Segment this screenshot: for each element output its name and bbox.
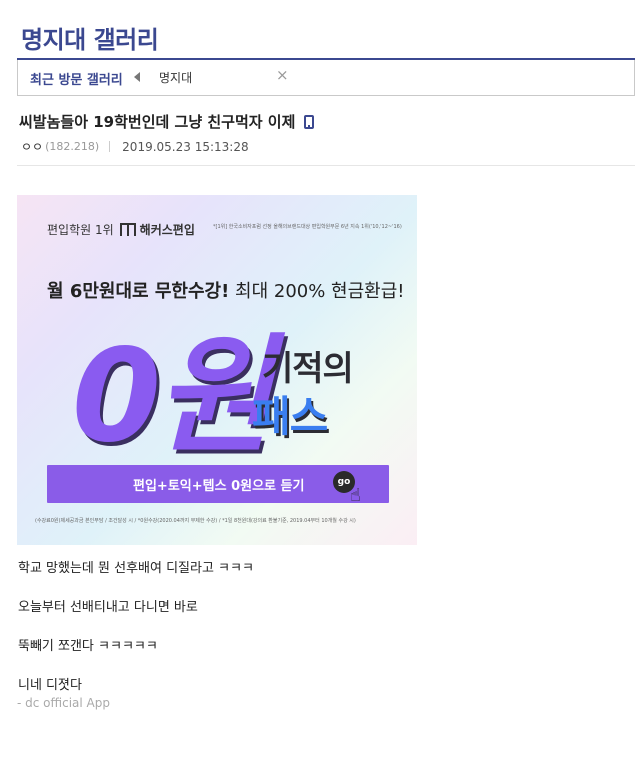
ad-cta-label: 편입+토익+텝스 0원으로 듣기 — [133, 479, 305, 494]
body-line-3: 뚝빼기 쪼갠다 ㅋㅋㅋㅋㅋ — [18, 639, 158, 654]
author-nickname[interactable]: ㅇㅇ — [21, 138, 43, 155]
hackers-logo-icon — [119, 223, 136, 236]
ad-big-zero: 0원 — [72, 322, 273, 471]
post-date: 2019.05.23 15:13:28 — [122, 139, 249, 154]
meta-separator — [109, 141, 111, 152]
caret-left-icon[interactable] — [134, 72, 140, 82]
body-line-4: 니네 디졋다 — [18, 678, 82, 693]
meta-divider — [17, 165, 635, 166]
author-ip: (182.218) — [45, 140, 100, 153]
close-icon[interactable]: × — [276, 66, 289, 84]
pointer-hand-icon: ☝ — [350, 485, 361, 506]
ad-small-note: *[1위] 한국소비자포럼 선정 올해의브랜드대상 편입학원부문 6년 지속 1… — [213, 224, 402, 230]
gallery-title[interactable]: 명지대 갤러리 — [21, 20, 159, 55]
ad-banner[interactable]: 편입학원 1위 해커스편입 *[1위] 한국소비자포럼 선정 올해의브랜드대상 … — [17, 195, 417, 545]
post-meta: ㅇㅇ (182.218) 2019.05.23 15:13:28 — [21, 138, 249, 155]
ad-footnote: (수강료0원)제세공과금 본인부담 / 조건달성 시 / *0원수강(2020.… — [35, 518, 356, 524]
app-signature: - dc official App — [17, 696, 110, 710]
ad-top-line: 편입학원 1위 해커스편입 — [47, 221, 195, 238]
ad-headline-rest: 최대 200% 현금환급! — [229, 281, 405, 302]
ad-headline: 월 6만원대로 무한수강! 최대 200% 현금환급! — [47, 277, 405, 303]
post-title: 씨발놈들아 19학번인데 그냥 친구먹자 이제 — [19, 111, 315, 132]
body-line-1: 학교 망했는데 뭔 선후배여 디질라고 ㅋㅋㅋ — [18, 561, 254, 576]
mobile-icon — [304, 114, 315, 129]
recent-gallery-link[interactable]: 명지대 — [159, 69, 192, 86]
post-title-text: 씨발놈들아 19학번인데 그냥 친구먹자 이제 — [19, 113, 296, 131]
recent-galleries-label: 최근 방문 갤러리 — [30, 73, 123, 88]
ad-brand: 해커스편입 — [139, 223, 195, 237]
body-line-2: 오늘부터 선배티내고 다니면 바로 — [18, 600, 198, 615]
recent-galleries-bar: 최근 방문 갤러리 명지대 × — [17, 60, 635, 96]
ad-headline-bold: 월 6만원대로 무한수강! — [47, 281, 230, 302]
ad-word-bottom: 패스 — [252, 392, 328, 441]
ad-rank: 편입학원 1위 — [47, 223, 114, 237]
